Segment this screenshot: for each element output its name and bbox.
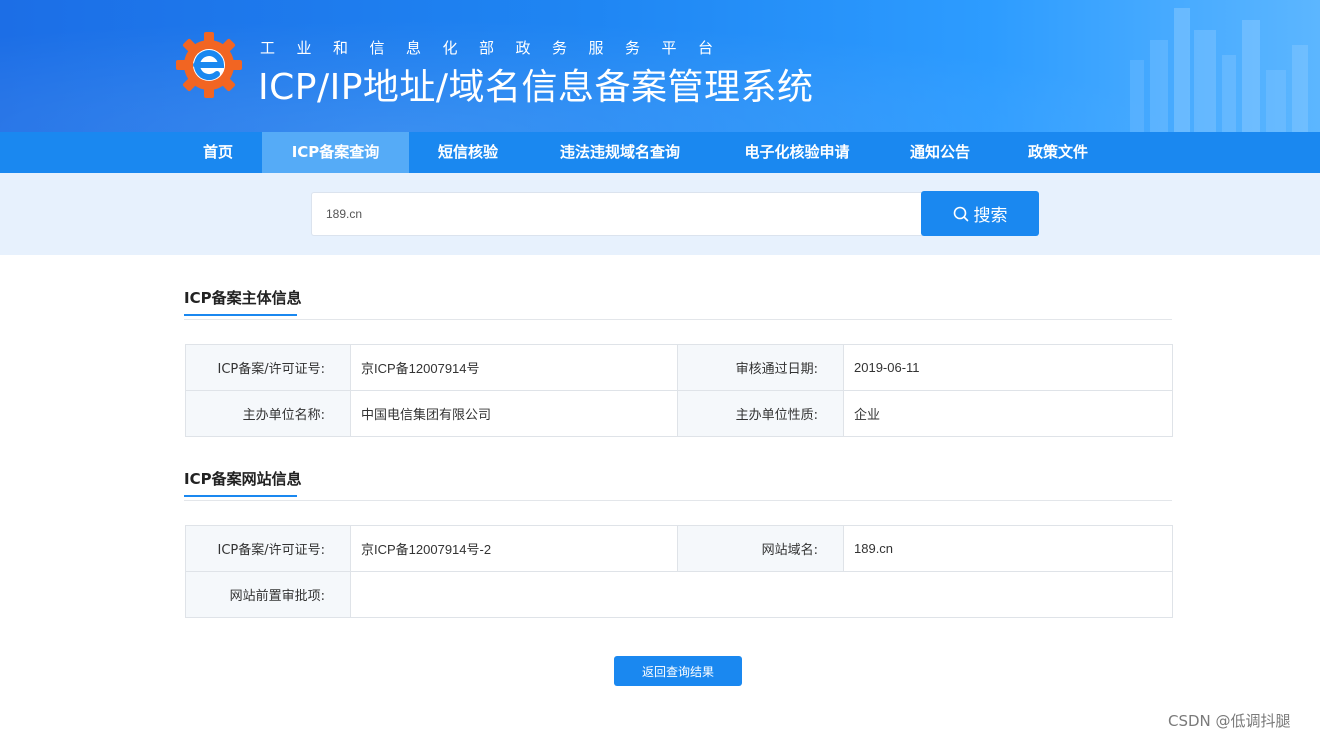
- field-label: 主办单位名称:: [185, 390, 351, 437]
- search-button-label: 搜索: [973, 206, 1008, 226]
- field-label: ICP备案/许可证号:: [185, 344, 351, 391]
- table-row: ICP备案/许可证号: 京ICP备12007914号 审核通过日期: 2019-…: [185, 344, 1173, 391]
- main-nav: 首页 ICP备案查询 短信核验 违法违规域名查询 电子化核验申请 通知公告 政策…: [0, 132, 1320, 173]
- search-button[interactable]: 搜索: [921, 191, 1039, 236]
- website-info-table: ICP备案/许可证号: 京ICP备12007914号-2 网站域名: 189.c…: [185, 525, 1173, 618]
- field-label: ICP备案/许可证号:: [185, 525, 351, 572]
- table-row: 主办单位名称: 中国电信集团有限公司 主办单位性质: 企业: [185, 390, 1173, 437]
- field-value: 189.cn: [843, 525, 1173, 572]
- search-icon: [953, 206, 968, 221]
- nav-item-e-verify-apply[interactable]: 电子化核验申请: [728, 132, 866, 173]
- field-value: [350, 571, 1173, 618]
- nav-item-policy-docs[interactable]: 政策文件: [1014, 132, 1102, 173]
- website-info-heading: ICP备案网站信息: [184, 468, 302, 497]
- field-label: 审核通过日期:: [677, 344, 844, 391]
- subject-info-title: ICP备案主体信息: [184, 289, 302, 307]
- field-label: 网站前置审批项:: [185, 571, 351, 618]
- nav-item-icp-query[interactable]: ICP备案查询: [262, 132, 409, 173]
- table-row: ICP备案/许可证号: 京ICP备12007914号-2 网站域名: 189.c…: [185, 525, 1173, 572]
- subject-info-heading: ICP备案主体信息: [184, 287, 302, 316]
- subject-info-table: ICP备案/许可证号: 京ICP备12007914号 审核通过日期: 2019-…: [185, 344, 1173, 437]
- website-info-title: ICP备案网站信息: [184, 470, 302, 488]
- nav-item-illegal-domain-query[interactable]: 违法违规域名查询: [542, 132, 698, 173]
- platform-subtitle: 工业和信息化部政务服务平台: [260, 39, 735, 57]
- heading-underline: [184, 495, 297, 497]
- nav-item-notices[interactable]: 通知公告: [896, 132, 984, 173]
- field-value: 京ICP备12007914号: [350, 344, 678, 391]
- search-input[interactable]: [311, 192, 922, 236]
- search-bar: 搜索: [0, 173, 1320, 255]
- heading-underline: [184, 314, 297, 316]
- field-value: 京ICP备12007914号-2: [350, 525, 678, 572]
- watermark: CSDN @低调抖腿: [1168, 712, 1291, 730]
- divider: [184, 319, 1172, 320]
- field-value: 2019-06-11: [843, 344, 1173, 391]
- back-to-results-button[interactable]: 返回查询结果: [614, 656, 742, 686]
- field-value: 中国电信集团有限公司: [350, 390, 678, 437]
- table-row: 网站前置审批项:: [185, 571, 1173, 618]
- gear-e-logo-icon: [176, 32, 242, 98]
- nav-item-sms-verify[interactable]: 短信核验: [420, 132, 516, 173]
- site-header: 工业和信息化部政务服务平台 ICP/IP地址/域名信息备案管理系统: [0, 0, 1320, 132]
- field-value: 企业: [843, 390, 1173, 437]
- nav-item-home[interactable]: 首页: [182, 132, 254, 173]
- divider: [184, 500, 1172, 501]
- field-label: 网站域名:: [677, 525, 844, 572]
- page-title: ICP/IP地址/域名信息备案管理系统: [258, 67, 814, 108]
- field-label: 主办单位性质:: [677, 390, 844, 437]
- city-skyline-decoration: [1130, 8, 1308, 132]
